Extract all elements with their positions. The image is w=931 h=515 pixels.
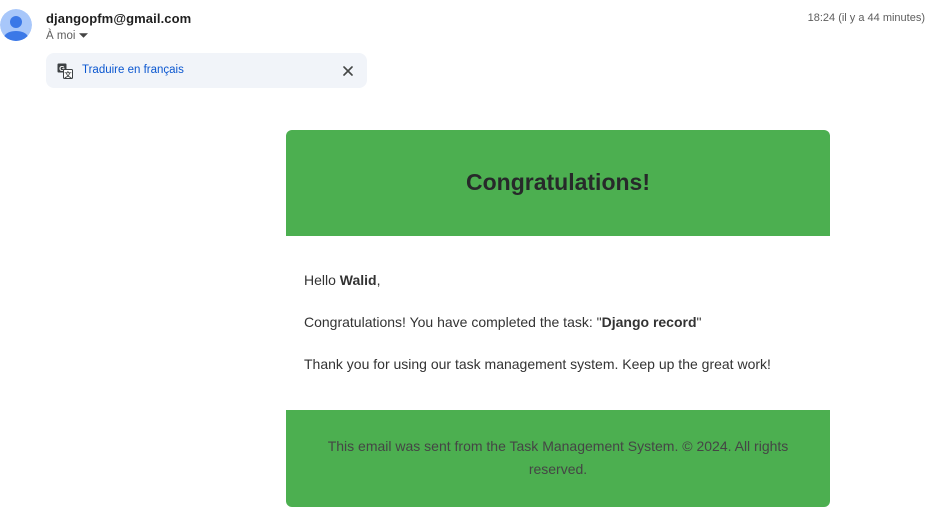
recipient-dropdown[interactable]: À moi — [46, 29, 89, 43]
completion-suffix: " — [696, 314, 702, 330]
email-title: Congratulations! — [466, 169, 650, 195]
translate-icon: G 文 — [57, 63, 73, 79]
thanks-paragraph: Thank you for using our task management … — [304, 356, 771, 372]
completion-paragraph: Congratulations! You have completed the … — [304, 314, 702, 330]
email-card: Congratulations! Hello Walid, Congratula… — [286, 130, 830, 507]
sender-avatar[interactable] — [0, 9, 32, 41]
recipient-label: À moi — [46, 30, 76, 42]
caret-down-icon — [79, 33, 89, 38]
footer-text: This email was sent from the Task Manage… — [327, 438, 789, 477]
close-icon — [343, 66, 353, 76]
greeting-paragraph: Hello Walid, — [304, 272, 381, 288]
person-icon — [0, 9, 32, 41]
translate-link[interactable]: Traduire en français — [82, 64, 184, 76]
message-timestamp: 18:24 (il y a 44 minutes) — [807, 12, 925, 24]
sender-email: djangopfm@gmail.com — [46, 11, 192, 26]
task-name: Django record — [601, 314, 697, 330]
svg-text:文: 文 — [65, 70, 73, 79]
translate-bar: G 文 Traduire en français — [46, 53, 367, 88]
completion-prefix: Congratulations! You have completed the … — [304, 314, 602, 330]
close-translate-button[interactable] — [339, 62, 357, 80]
greeting-prefix: Hello — [304, 272, 340, 288]
email-banner: Congratulations! — [286, 130, 830, 236]
recipient-name: Walid — [339, 272, 377, 288]
email-footer: This email was sent from the Task Manage… — [286, 410, 830, 507]
greeting-suffix: , — [376, 272, 381, 288]
